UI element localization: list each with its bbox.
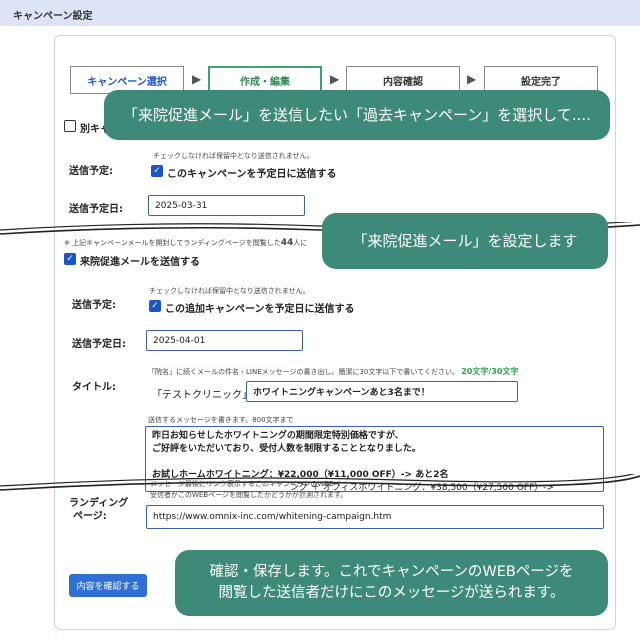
visit-mail-checkbox[interactable]: ✓	[64, 253, 76, 265]
message-line: ご好評をいただいており、受付人数を制限することとなりました。	[152, 444, 421, 454]
step-arrow-icon: ▶	[330, 72, 340, 86]
step-arrow-icon: ▶	[467, 72, 477, 86]
title-input[interactable]: ホワイトニングキャンペーンあと3名まで！	[246, 381, 518, 402]
message-line: 昨日お知らせしたホワイトニングの期間限定特別価格ですが、	[152, 431, 404, 441]
send-date-input[interactable]: 2025-03-31	[148, 195, 305, 216]
visit-send-plan-hint: チェックしなければ保留中となり送信されません。	[149, 287, 310, 295]
landing-hint-2: 受信者がこのWEBページを閲覧したかどうかが計測されます。	[150, 491, 348, 499]
message-line	[152, 456, 597, 469]
visit-send-date-input[interactable]: 2025-04-01	[146, 330, 303, 351]
send-date-label: 送信予定日:	[69, 204, 123, 215]
callout-confirm-save: 確認・保存します。これでキャンペーンのWEBページを 閲覧した送信者だけにこのメ…	[175, 550, 608, 616]
visit-send-date-label: 送信予定日:	[72, 339, 126, 350]
callout-line: 閲覧した送信者だけにこのメッセージが送られます。	[218, 585, 565, 601]
landing-viewer-note: ※ 上記キャンペーンメールを開封してランディングページを閲覧した44人に	[64, 238, 308, 248]
title-hint: 「院名」に続くメールの件名・LINEメッセージの書き出し。簡潔に30文字以下で書…	[148, 367, 519, 376]
landing-url-input[interactable]: https://www.omnix-inc.com/whitening-camp…	[146, 505, 604, 529]
send-plan-checkbox[interactable]: ✓	[151, 165, 163, 177]
landing-label-2: ページ:	[73, 511, 107, 522]
other-campaign-checkbox[interactable]	[64, 120, 76, 132]
step-arrow-icon: ▶	[192, 72, 202, 86]
confirm-content-button[interactable]: 内容を確認する	[69, 574, 147, 597]
send-plan-checkbox-label: このキャンペーンを予定日に送信する	[167, 169, 337, 180]
visit-send-plan-checkbox-label: この追加キャンペーンを予定日に送信する	[165, 304, 355, 315]
send-plan-hint: チェックしなければ保留中となり送信されません。	[153, 152, 314, 160]
send-plan-label: 送信予定:	[69, 166, 113, 177]
message-hint: 送信するメッセージを書きます。800文字まで	[148, 416, 294, 424]
page-header: キャンペーン設定	[0, 0, 640, 26]
callout-line: 確認・保存します。これでキャンペーンのWEBページを	[209, 564, 574, 580]
title-char-counter: 20文字/30文字	[461, 367, 519, 376]
page-title: キャンペーン設定	[13, 11, 93, 22]
visit-mail-checkbox-label: 来院促進メールを送信する	[80, 257, 200, 268]
callout-select-campaign: 「来院促進メール」を送信したい「過去キャンペーン」を選択して....	[104, 90, 610, 140]
visit-send-plan-label: 送信予定:	[72, 300, 116, 311]
visit-send-plan-checkbox[interactable]: ✓	[149, 300, 161, 312]
landing-hint-1: メッセージ最後にリンク表示するこのキャンペーンのWEBペ	[150, 480, 341, 488]
callout-set-visit-mail: 「来院促進メール」を設定します	[322, 213, 608, 269]
title-label: タイトル:	[72, 382, 116, 393]
clinic-name-prefix: 「テストクリニック」	[152, 390, 252, 401]
